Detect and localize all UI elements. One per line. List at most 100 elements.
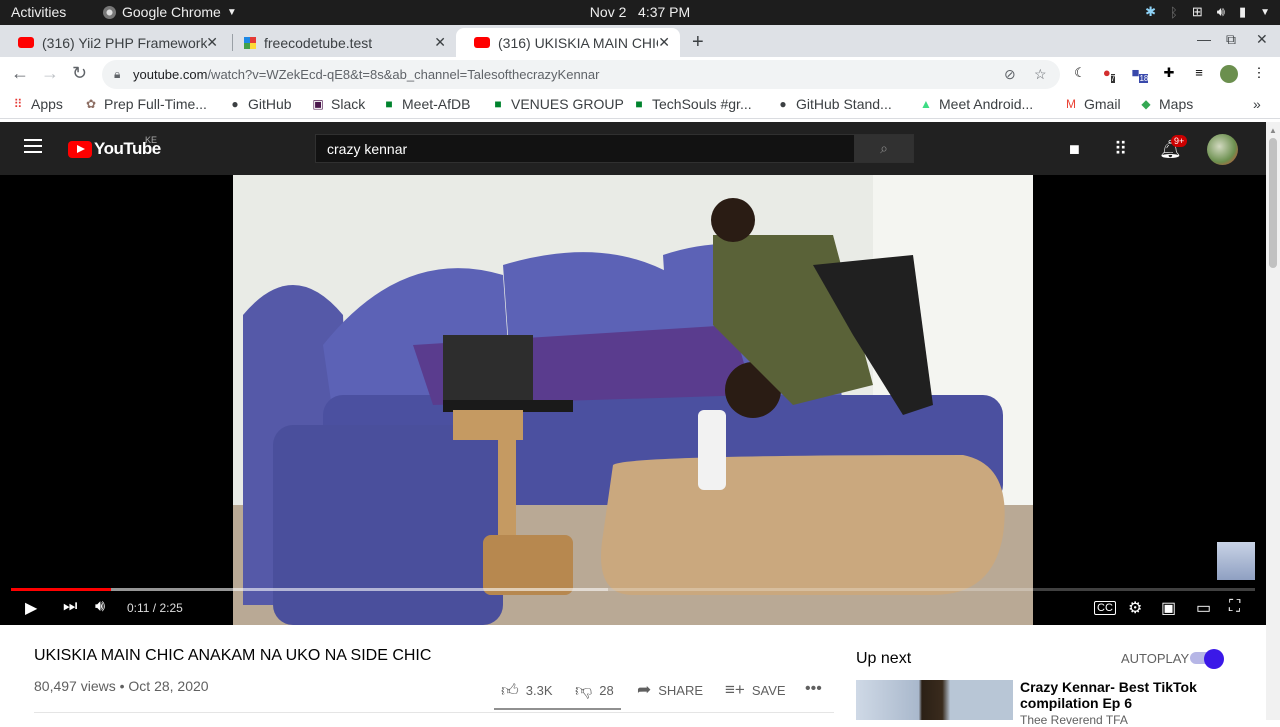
media-queue-icon[interactable]: ≡ — [1190, 65, 1208, 83]
extension-blue-icon[interactable]: ■18 — [1131, 65, 1149, 83]
app-menu[interactable]: Google Chrome ▼ — [103, 4, 237, 20]
youtube-play-icon — [68, 140, 92, 158]
dislike-button[interactable]: 👎︎ 28 — [575, 680, 614, 701]
share-button[interactable]: ➦ SHARE — [637, 680, 703, 700]
grid-favicon-icon — [244, 36, 256, 49]
settings-gear-icon[interactable]: ⚙︎ — [1128, 598, 1142, 618]
bookmark-meet-android[interactable]: ▲ Meet Android... — [919, 96, 1033, 112]
scrollbar-thumb[interactable] — [1269, 138, 1277, 268]
video-title: UKISKIA MAIN CHIC ANAKAM NA UKO NA SIDE … — [34, 647, 432, 664]
youtube-logo[interactable]: YouTube KE — [68, 135, 161, 159]
menu-icon[interactable] — [24, 139, 42, 153]
channel-watermark[interactable] — [1217, 542, 1255, 580]
ext-badge-2: 18 — [1139, 73, 1149, 83]
close-window-icon[interactable]: ✕ — [1256, 31, 1268, 48]
system-tray[interactable]: ✱ ᛒ ⊞ 🔊︎ ▮ ▼ — [1145, 4, 1270, 20]
share-arrow-icon: ➦ — [637, 680, 652, 699]
github-icon: ● — [231, 97, 239, 111]
page-scrollbar[interactable]: ▲ — [1266, 122, 1280, 720]
playlist-add-icon: ≡+ — [725, 680, 745, 699]
progress-played — [11, 588, 111, 591]
tab-yii2[interactable]: (316) Yii2 PHP Framework ✕ — [0, 28, 228, 57]
apps-icon[interactable]: ⠿ — [1114, 139, 1127, 160]
extension-red-icon[interactable]: ●7 — [1100, 65, 1118, 83]
reload-button[interactable]: ↻ — [72, 63, 87, 84]
bookmark-gmail[interactable]: M Gmail — [1064, 96, 1121, 112]
puzzle-icon[interactable]: ✚ — [1160, 65, 1178, 83]
create-video-icon[interactable]: ■ — [1069, 139, 1080, 160]
forward-button[interactable]: → — [41, 63, 59, 84]
bookmark-techsouls[interactable]: ■ TechSouls #gr... — [632, 96, 751, 112]
chrome-menu-icon[interactable]: ⋮ — [1250, 65, 1268, 83]
account-avatar[interactable] — [1207, 134, 1238, 165]
slack-icon: ▣ — [312, 97, 324, 111]
recommended-title[interactable]: Crazy Kennar- Best TikTok compilation Ep… — [1020, 679, 1240, 711]
bookmark-github[interactable]: ● GitHub — [228, 96, 291, 112]
bookmark-slack[interactable]: ▣ Slack — [311, 96, 365, 112]
battery-icon[interactable]: ▮ — [1239, 4, 1246, 20]
fullscreen-icon[interactable]: ⛶ — [1229, 598, 1240, 616]
star-icon[interactable]: ☆ — [1034, 66, 1047, 83]
recommended-thumbnail[interactable] — [856, 680, 1013, 720]
profile-avatar[interactable] — [1220, 65, 1238, 83]
tab-ukiskia[interactable]: (316) UKISKIA MAIN CHIC A ✕ — [456, 28, 680, 57]
extension-c-icon[interactable]: ☾ — [1071, 65, 1089, 83]
recommended-channel[interactable]: Thee Reverend TFA — [1020, 713, 1128, 727]
volume-icon[interactable]: 🔊︎ — [95, 598, 105, 616]
restore-icon[interactable]: ⧉ — [1226, 31, 1236, 48]
bookmark-prep[interactable]: ✿ Prep Full-Time... — [84, 96, 207, 112]
network-icon[interactable]: ⊞ — [1192, 4, 1203, 20]
bookmark-meet-afdb[interactable]: ■ Meet-AfDB — [382, 96, 470, 112]
volume-icon[interactable]: 🔊︎ — [1217, 4, 1225, 20]
subtitles-icon[interactable]: CC — [1094, 601, 1116, 615]
video-player[interactable]: ▶ ⏭︎ 🔊︎ 0:11 / 2:25 CC ⚙︎ ▣ ▭ ⛶ — [0, 175, 1266, 625]
url-path: /watch?v=WZekEcd-qE8&t=8s&ab_channel=Tal… — [207, 67, 600, 82]
next-icon[interactable]: ⏭︎ — [63, 598, 77, 616]
bookmark-venues[interactable]: ■ VENUES GROUP — [491, 96, 623, 112]
play-icon[interactable]: ▶ — [25, 598, 37, 618]
close-tab-icon[interactable]: ✕ — [206, 34, 218, 51]
app-menu-label: Google Chrome — [122, 4, 221, 20]
close-tab-icon[interactable]: ✕ — [658, 34, 670, 51]
bluetooth-icon[interactable]: ᛒ — [1170, 5, 1178, 20]
autoplay-toggle[interactable] — [1190, 649, 1224, 669]
bookmark-maps[interactable]: ◆ Maps — [1139, 96, 1193, 112]
minimize-icon[interactable]: — — [1197, 31, 1211, 47]
bookmark-label: Prep Full-Time... — [104, 96, 207, 112]
bookmark-apps[interactable]: ⠿ Apps — [11, 96, 63, 112]
search-input[interactable]: crazy kennar — [315, 134, 855, 163]
bookmarks-bar: ⠿ Apps ✿ Prep Full-Time... ● GitHub ▣ Slack … — [0, 92, 1280, 119]
tab-label: (316) Yii2 PHP Framework — [42, 34, 207, 51]
save-button[interactable]: ≡+ SAVE — [725, 680, 786, 700]
activities-button[interactable]: Activities — [11, 4, 66, 20]
miniplayer-icon[interactable]: ▣ — [1161, 598, 1176, 618]
bookmark-github-stand[interactable]: ● GitHub Stand... — [776, 96, 891, 112]
address-bar[interactable]: 🔒︎ youtube.com/watch?v=WZekEcd-qE8&t=8s&… — [102, 60, 1060, 89]
meet-icon: ■ — [635, 97, 643, 111]
system-menu-caret-icon[interactable]: ▼ — [1260, 7, 1270, 18]
like-button[interactable]: 👍︎ 3.3K — [501, 680, 553, 701]
video-frame[interactable] — [233, 175, 1033, 625]
progress-bar[interactable] — [11, 588, 1255, 591]
autoplay-label: AUTOPLAY — [1121, 651, 1190, 666]
eye-off-icon[interactable]: ⊘ — [1004, 66, 1016, 83]
search-button[interactable]: ⌕ — [854, 134, 914, 163]
chrome-icon — [103, 5, 116, 19]
close-tab-icon[interactable]: ✕ — [434, 34, 446, 51]
meet-icon: ■ — [494, 97, 502, 111]
scroll-up-icon[interactable]: ▲ — [1269, 126, 1277, 135]
theater-mode-icon[interactable]: ▭ — [1196, 598, 1211, 618]
new-tab-button[interactable]: + — [692, 31, 704, 54]
thumbs-up-icon: 👍︎ — [501, 681, 519, 700]
time-display: 0:11 / 2:25 — [127, 601, 183, 615]
thumbs-down-icon: 👎︎ — [575, 681, 593, 700]
more-bookmarks-icon[interactable]: » — [1253, 96, 1261, 112]
tab-strip: (316) Yii2 PHP Framework ✕ freecodetube.… — [0, 25, 1280, 57]
url-text[interactable]: youtube.com/watch?v=WZekEcd-qE8&t=8s&ab_… — [133, 67, 599, 82]
slack-tray-icon[interactable]: ✱ — [1145, 4, 1156, 20]
tab-freecodetube[interactable]: freecodetube.test ✕ — [226, 28, 456, 57]
more-actions-icon[interactable]: ••• — [805, 680, 822, 698]
github-icon: ● — [779, 97, 787, 111]
lock-icon[interactable]: 🔒︎ — [114, 67, 120, 82]
back-button[interactable]: ← — [11, 63, 29, 84]
